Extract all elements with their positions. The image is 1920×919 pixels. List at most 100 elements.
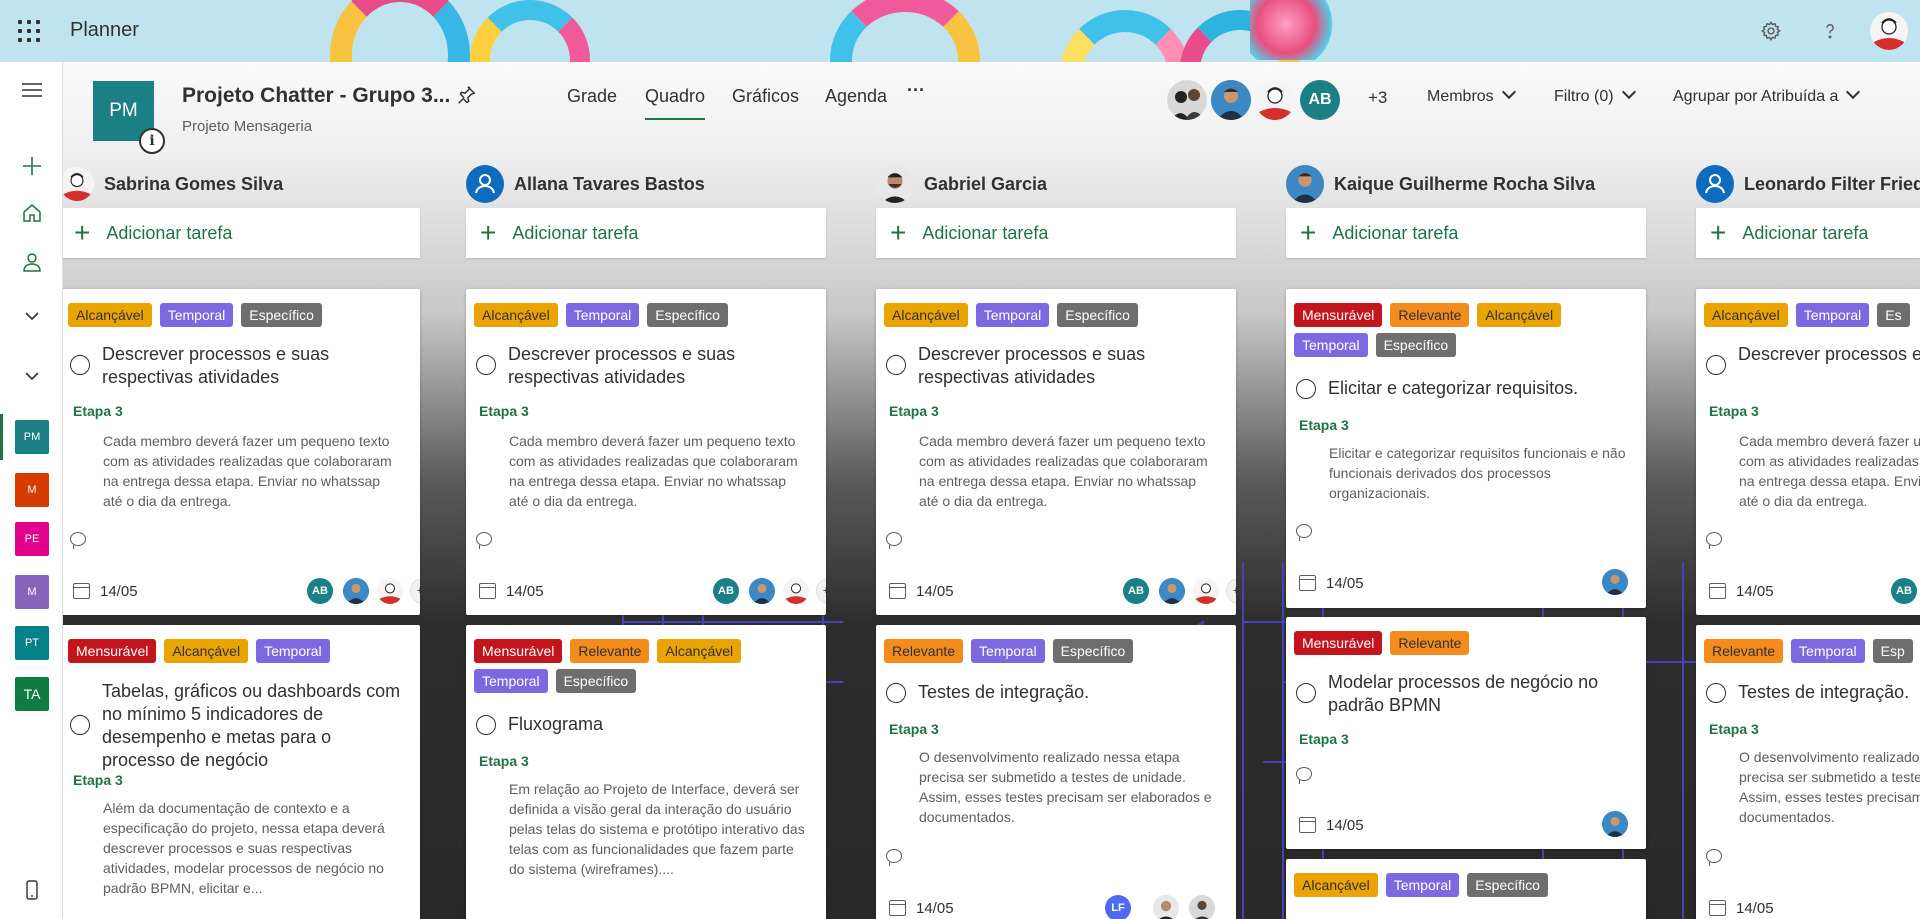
user-avatar[interactable] <box>1870 12 1908 50</box>
expand-chevron-icon[interactable] <box>14 298 50 334</box>
bucket-header[interactable]: Kaique Guilherme Rocha Silva <box>1286 164 1595 204</box>
comment-icon[interactable] <box>476 532 492 549</box>
left-rail: PM M PE M PT TA <box>0 62 63 919</box>
collapse-menu-icon[interactable] <box>14 72 50 108</box>
complete-checkbox[interactable] <box>1706 683 1726 703</box>
active-plan-indicator <box>0 414 3 460</box>
add-task-button[interactable]: + Adicionar tarefa <box>63 208 420 258</box>
assignee-overflow[interactable]: +3 <box>816 578 826 604</box>
task-card[interactable]: Alcançável Temporal Específico <box>1286 859 1646 919</box>
plan-title[interactable]: Projeto Chatter - Grupo 3... <box>182 84 450 108</box>
assignee-avatar[interactable] <box>377 578 403 604</box>
tab-quadro[interactable]: Quadro <box>645 86 705 107</box>
members-overflow-count[interactable]: +3 <box>1368 88 1387 108</box>
app-launcher-icon[interactable] <box>18 20 40 42</box>
help-icon[interactable] <box>1815 16 1845 46</box>
task-card[interactable]: Relevante Temporal Específico Testes de … <box>876 625 1236 919</box>
task-card[interactable]: Mensurável Alcançável Temporal Tabelas, … <box>63 625 420 919</box>
task-card[interactable]: Mensurável Relevante Modelar processos d… <box>1286 617 1646 849</box>
task-card[interactable]: Alcançável Temporal Específico Descrever… <box>63 289 420 615</box>
complete-checkbox[interactable] <box>1296 379 1316 399</box>
label-list: Mensurável Relevante Alcançável Temporal… <box>1294 303 1634 357</box>
plan-tile[interactable]: M <box>15 575 49 609</box>
app-title[interactable]: Planner <box>70 19 139 42</box>
task-card[interactable]: Alcançável Temporal Específico Descrever… <box>466 289 826 615</box>
assignee-avatar[interactable]: AB <box>1891 578 1917 604</box>
member-avatar-initials[interactable]: AB <box>1300 80 1340 120</box>
members-dropdown[interactable]: Membros <box>1427 84 1516 106</box>
home-icon[interactable] <box>14 195 50 231</box>
member-avatar[interactable] <box>1211 80 1251 120</box>
comment-icon[interactable] <box>1296 524 1312 541</box>
task-card[interactable]: Relevante Temporal Esp Testes de integra… <box>1696 625 1920 919</box>
assignee-avatar[interactable] <box>1159 578 1185 604</box>
complete-checkbox[interactable] <box>1296 683 1316 703</box>
pin-icon[interactable] <box>455 84 477 111</box>
assignee-avatar[interactable]: AB <box>1123 578 1149 604</box>
member-avatar[interactable] <box>1255 80 1295 120</box>
plan-info-icon[interactable]: i <box>139 128 165 154</box>
plan-tile[interactable]: PM <box>15 420 49 454</box>
assignee-avatar[interactable]: AB <box>713 578 739 604</box>
add-task-button[interactable]: + Adicionar tarefa <box>1696 208 1920 258</box>
add-task-button[interactable]: + Adicionar tarefa <box>1286 208 1646 258</box>
filter-dropdown[interactable]: Filtro (0) <box>1554 84 1636 106</box>
complete-checkbox[interactable] <box>886 683 906 703</box>
bucket-header[interactable]: Gabriel Garcia <box>876 164 1047 204</box>
task-card[interactable]: Mensurável Relevante Alcançável Temporal… <box>1286 289 1646 608</box>
assignee-avatar[interactable] <box>1153 895 1179 919</box>
assignee-avatar[interactable] <box>749 578 775 604</box>
comment-icon[interactable] <box>1296 767 1312 784</box>
plan-tile[interactable]: M <box>15 473 49 507</box>
more-tabs-icon[interactable]: ··· <box>907 80 925 101</box>
complete-checkbox[interactable] <box>70 715 90 735</box>
complete-checkbox[interactable] <box>70 355 90 375</box>
complete-checkbox[interactable] <box>886 355 906 375</box>
task-card[interactable]: Alcançável Temporal Específico Descrever… <box>876 289 1236 615</box>
settings-gear-icon[interactable] <box>1756 16 1786 46</box>
assignee-avatar[interactable] <box>1193 578 1219 604</box>
due-date: 14/05 <box>1326 817 1364 834</box>
task-title: Testes de integração. <box>918 682 1090 702</box>
complete-checkbox[interactable] <box>476 715 496 735</box>
assignee-avatar[interactable] <box>1189 895 1215 919</box>
comment-icon[interactable] <box>886 849 902 866</box>
assignee-overflow[interactable]: +3 <box>410 578 420 604</box>
add-task-button[interactable]: + Adicionar tarefa <box>466 208 826 258</box>
assignee-avatar[interactable] <box>1602 811 1628 837</box>
tab-grade[interactable]: Grade <box>567 86 617 107</box>
tab-graficos[interactable]: Gráficos <box>732 86 799 107</box>
bucket-header[interactable]: Leonardo Filter Friedr <box>1696 164 1920 204</box>
tab-agenda[interactable]: Agenda <box>825 86 887 107</box>
member-avatar[interactable] <box>1167 80 1207 120</box>
bucket-header[interactable]: Sabrina Gomes Silva <box>63 164 283 204</box>
group-by-dropdown[interactable]: Agrupar por Atribuída a <box>1673 84 1861 106</box>
bucket-header[interactable]: Allana Tavares Bastos <box>466 164 705 204</box>
plan-tile[interactable]: PT <box>15 626 49 660</box>
task-title: Descrever processos e suas respectivas a… <box>102 344 330 387</box>
my-tasks-icon[interactable] <box>14 244 50 280</box>
task-card[interactable]: Mensurável Relevante Alcançável Temporal… <box>466 625 826 919</box>
task-card[interactable]: Alcançável Temporal Es Descrever process… <box>1696 289 1920 615</box>
assignee-overflow[interactable]: +3 <box>1226 578 1236 604</box>
label-list: Mensurável Relevante Alcançável Temporal… <box>474 639 814 693</box>
assignee-avatar[interactable]: AB <box>307 578 333 604</box>
add-task-button[interactable]: + Adicionar tarefa <box>876 208 1236 258</box>
assignee-avatar[interactable] <box>783 578 809 604</box>
plan-tile[interactable]: TA <box>15 677 49 711</box>
mobile-app-icon[interactable] <box>14 872 50 908</box>
comment-icon[interactable] <box>1706 532 1722 549</box>
plan-tile[interactable]: PE <box>15 522 49 556</box>
assignee-avatar[interactable]: LF <box>1105 895 1131 919</box>
complete-checkbox[interactable] <box>476 355 496 375</box>
assignee-avatar[interactable] <box>343 578 369 604</box>
assignee-avatar[interactable] <box>1602 569 1628 595</box>
plus-icon: + <box>890 217 907 248</box>
comment-icon[interactable] <box>1706 849 1722 866</box>
expand-chevron-icon[interactable] <box>14 358 50 394</box>
comment-icon[interactable] <box>886 532 902 549</box>
new-plan-icon[interactable] <box>14 148 50 184</box>
plus-icon: + <box>74 217 91 248</box>
complete-checkbox[interactable] <box>1706 355 1726 375</box>
comment-icon[interactable] <box>70 532 86 549</box>
